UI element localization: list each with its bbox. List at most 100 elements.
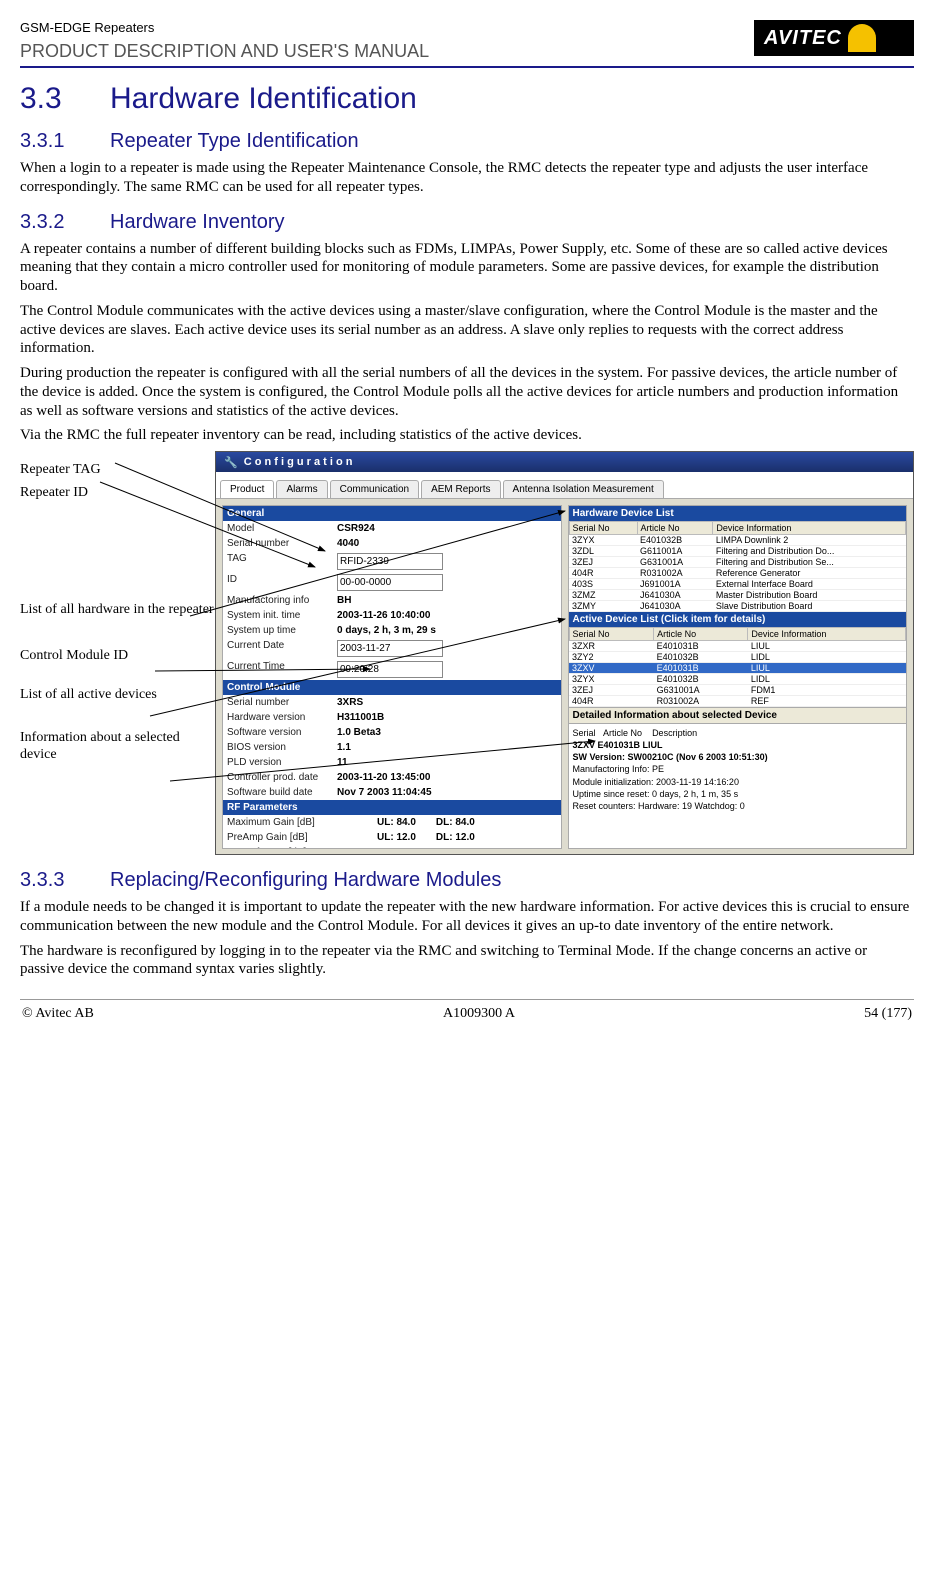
- logo: AVITEC: [754, 20, 914, 56]
- detail-uptime: Uptime since reset: 0 days, 2 h, 1 m, 35…: [573, 788, 903, 800]
- table-row[interactable]: 3ZEJG631001AFDM1: [569, 685, 906, 696]
- col-article[interactable]: Article No: [654, 628, 748, 641]
- table-row[interactable]: 3ZYXE401032BLIMPA Downlink 2: [569, 535, 906, 546]
- section-title: Replacing/Reconfiguring Hardware Modules: [110, 869, 501, 891]
- value-cm-hw: H311001B: [337, 712, 384, 723]
- col-serial[interactable]: Serial No: [569, 522, 637, 535]
- input-current-date[interactable]: [337, 640, 443, 657]
- value-mfg-info: BH: [337, 595, 351, 606]
- col-info[interactable]: Device Information: [748, 628, 906, 641]
- logo-text: AVITEC: [764, 27, 842, 50]
- para: A repeater contains a number of differen…: [20, 240, 914, 296]
- tab-communication[interactable]: Communication: [330, 480, 419, 498]
- label-cm-sw: Software version: [227, 727, 337, 738]
- detail-col-desc: Description: [652, 728, 697, 738]
- window-titlebar: 🔧 C o n f i g u r a t i o n: [216, 452, 913, 472]
- col-serial[interactable]: Serial No: [569, 628, 654, 641]
- col-info[interactable]: Device Information: [713, 522, 906, 535]
- detail-sw-version: SW Version: SW00210C (Nov 6 2003 10:51:3…: [573, 751, 903, 763]
- value-model: CSR924: [337, 523, 375, 534]
- input-current-time[interactable]: [337, 661, 443, 678]
- table-row[interactable]: 3ZXVE401031BLIUL: [569, 663, 906, 674]
- table-row[interactable]: 404RR031002AReference Generator: [569, 568, 906, 579]
- table-row[interactable]: 3ZMZJ641030AMaster Distribution Board: [569, 590, 906, 601]
- section-number: 3.3.1: [20, 130, 110, 153]
- footer-page-number: 54 (177): [864, 1006, 912, 1022]
- table-row[interactable]: 3ZEJG631001AFiltering and Distribution S…: [569, 557, 906, 568]
- window-icon: 🔧: [224, 456, 238, 469]
- table-row[interactable]: 3ZXRE401031BLIUL: [569, 641, 906, 652]
- label-rf-preamp: PreAmp Gain [dB]: [227, 832, 377, 843]
- value-rf-preamp-ul: UL: 12.0: [377, 832, 416, 843]
- table-active-devices: Serial NoArticle NoDevice Information 3Z…: [569, 627, 907, 707]
- detail-reset-counters: Reset counters: Hardware: 19 Watchdog: 0: [573, 800, 903, 812]
- label-cm-sn: Serial number: [227, 697, 337, 708]
- callout-control-module-id: Control Module ID: [20, 648, 215, 665]
- table-row[interactable]: 3ZDLG611001AFiltering and Distribution D…: [569, 546, 906, 557]
- detail-panel: Serial Article No Description 3ZXV E4010…: [569, 724, 907, 815]
- para: The hardware is reconfigured by logging …: [20, 942, 914, 980]
- value-sys-init-time: 2003-11-26 10:40:00: [337, 610, 430, 621]
- tab-alarms[interactable]: Alarms: [276, 480, 327, 498]
- value-rf-preamp-dl: DL: 12.0: [436, 832, 475, 843]
- section-title: Hardware Identification: [110, 82, 417, 115]
- label-current-time: Current Time: [227, 661, 337, 678]
- label-cm-hw: Hardware version: [227, 712, 337, 723]
- label-cm-build-date: Software build date: [227, 787, 337, 798]
- para: During production the repeater is config…: [20, 364, 914, 420]
- value-rf-maxgain-dl: DL: 84.0: [436, 817, 475, 828]
- section-rf-parameters: RF Parameters: [223, 800, 561, 815]
- para: If a module needs to be changed it is im…: [20, 898, 914, 936]
- header-product-line: GSM-EDGE Repeaters: [20, 20, 429, 35]
- label-model: Model: [227, 523, 337, 534]
- label-rf-loss: Loss after PA [dB]: [227, 847, 377, 849]
- section-3-3-2-heading: 3.3.2Hardware Inventory: [20, 211, 914, 234]
- value-cm-prod-date: 2003-11-20 13:45:00: [337, 772, 430, 783]
- detail-module-init: Module initialization: 2003-11-19 14:16:…: [573, 776, 903, 788]
- value-sys-up-time: 0 days, 2 h, 3 m, 29 s: [337, 625, 436, 636]
- table-row[interactable]: 404RR031002AREF: [569, 696, 906, 707]
- label-rf-maxgain: Maximum Gain [dB]: [227, 817, 377, 828]
- section-detailed-info: Detailed Information about selected Devi…: [569, 707, 907, 724]
- label-current-date: Current Date: [227, 640, 337, 657]
- value-cm-build-date: Nov 7 2003 11:04:45: [337, 787, 432, 798]
- value-cm-sw: 1.0 Beta3: [337, 727, 381, 738]
- para: When a login to a repeater is made using…: [20, 159, 914, 197]
- detail-row: 3ZXV E401031B LIUL: [573, 739, 903, 751]
- table-row[interactable]: 3ZY2E401032BLIDL: [569, 652, 906, 663]
- tab-aem-reports[interactable]: AEM Reports: [421, 480, 500, 498]
- section-number: 3.3: [20, 82, 110, 116]
- table-hardware-devices: Serial NoArticle NoDevice Information 3Z…: [569, 521, 907, 612]
- logo-sun-icon: [848, 24, 876, 52]
- label-mfg-info: Manufactoring info: [227, 595, 337, 606]
- section-3-3-heading: 3.3Hardware Identification: [20, 82, 914, 116]
- detail-mfg-info: Manufactoring Info: PE: [573, 763, 903, 775]
- window-title: C o n f i g u r a t i o n: [244, 456, 353, 468]
- section-control-module: Control Module: [223, 680, 561, 695]
- label-sys-up-time: System up time: [227, 625, 337, 636]
- value-serial-number: 4040: [337, 538, 359, 549]
- table-row[interactable]: 3ZYXE401032BLIDL: [569, 674, 906, 685]
- label-id: ID: [227, 574, 337, 591]
- footer-doc-number: A1009300 A: [443, 1006, 515, 1022]
- callout-hardware-list: List of all hardware in the repeater: [20, 602, 215, 619]
- table-row[interactable]: 403SJ691001AExternal Interface Board: [569, 579, 906, 590]
- col-article[interactable]: Article No: [637, 522, 713, 535]
- label-cm-bios: BIOS version: [227, 742, 337, 753]
- input-id[interactable]: [337, 574, 443, 591]
- label-cm-pld: PLD version: [227, 757, 337, 768]
- section-title: Hardware Inventory: [110, 211, 285, 233]
- value-cm-sn: 3XRS: [337, 697, 363, 708]
- section-number: 3.3.2: [20, 211, 110, 234]
- para: Via the RMC the full repeater inventory …: [20, 426, 914, 445]
- value-rf-loss-dl: DL: 8.0: [436, 847, 469, 849]
- input-tag[interactable]: [337, 553, 443, 570]
- detail-col-serial: Serial: [573, 728, 596, 738]
- tab-antenna-isolation[interactable]: Antenna Isolation Measurement: [503, 480, 664, 498]
- detail-col-article: Article No: [603, 728, 642, 738]
- tab-product[interactable]: Product: [220, 480, 274, 498]
- section-general: General: [223, 506, 561, 521]
- label-tag: TAG: [227, 553, 337, 570]
- screenshot-rmc-config: 🔧 C o n f i g u r a t i o n Product Alar…: [215, 451, 914, 855]
- table-row[interactable]: 3ZMYJ641030ASlave Distribution Board: [569, 601, 906, 612]
